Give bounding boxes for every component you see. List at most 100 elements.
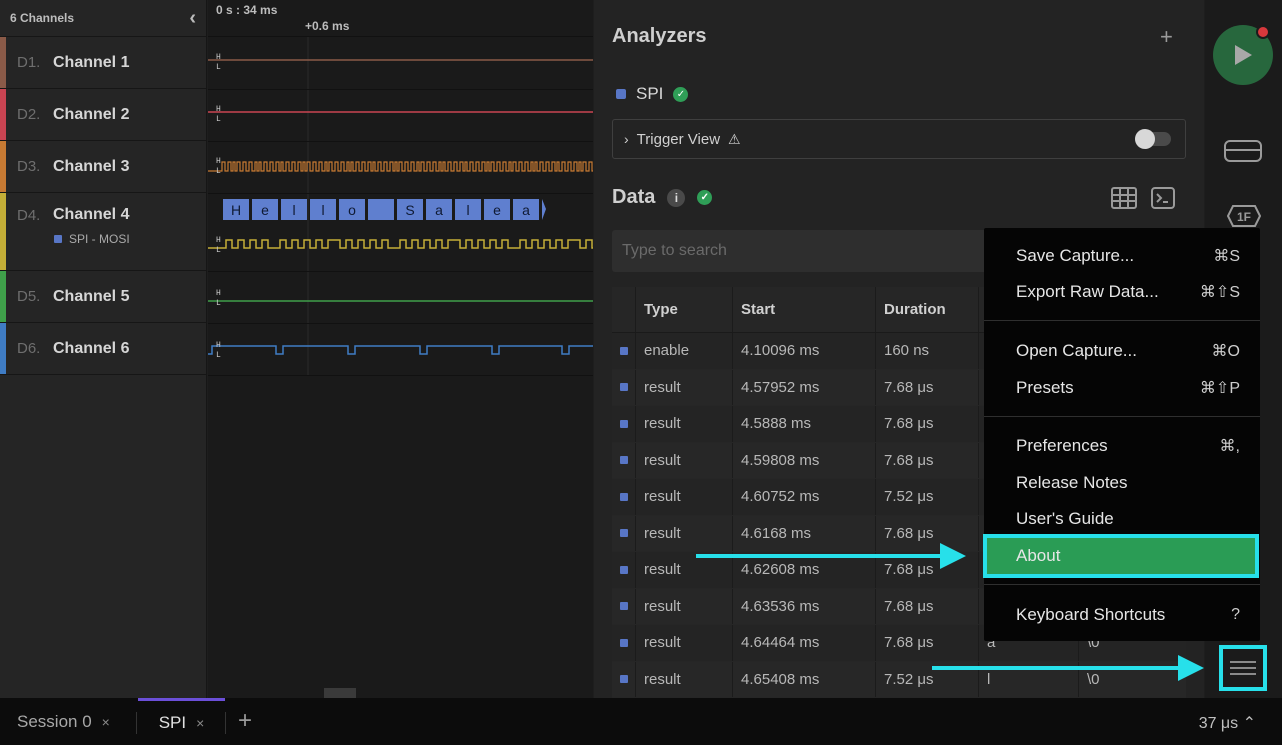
channel-row-3[interactable]: D3. Channel 3 (0, 141, 206, 193)
row-color-swatch (612, 588, 636, 624)
row-color-swatch (612, 552, 636, 588)
spi-decode-char: o (348, 202, 356, 218)
horizontal-scrollbar[interactable] (324, 688, 356, 698)
data-title-label: Data (612, 186, 656, 208)
cell-type: result (636, 479, 733, 515)
spi-decode-char: l (321, 202, 324, 218)
spi-decode-bubbles: He l l o Sa l e a (223, 199, 546, 220)
add-analyzer-button[interactable]: + (1160, 24, 1173, 50)
cell-start: 4.60752 ms (733, 479, 876, 515)
cell-start: 4.57952 ms (733, 369, 876, 405)
menu-item-presets[interactable]: Presets ⌘⇧P (984, 370, 1260, 406)
cell-type: result (636, 661, 733, 697)
hamburger-icon (1230, 661, 1256, 675)
channel-color-bar (0, 323, 6, 374)
channel-name[interactable]: Channel 1 (53, 54, 129, 72)
cell-start: 4.5888 ms (733, 406, 876, 442)
spi-decode-char: l (292, 202, 295, 218)
close-icon[interactable]: × (102, 714, 110, 730)
menu-item-label: Export Raw Data... (1016, 282, 1159, 301)
channel-count-label: 6 Channels (10, 11, 75, 25)
cell-start: 4.10096 ms (733, 333, 876, 369)
add-tab-button[interactable]: + (238, 707, 252, 735)
row-color-swatch (620, 419, 628, 428)
channel-row-5[interactable]: D5. Channel 5 (0, 271, 206, 323)
row-color-swatch (612, 442, 636, 478)
channel-row-2[interactable]: D2. Channel 2 (0, 89, 206, 141)
menu-item-release-notes[interactable]: Release Notes (984, 465, 1260, 501)
annotation-arrow-about (696, 554, 942, 558)
spi-analyzer-label[interactable]: SPI (636, 84, 663, 104)
channel-id: D2. (17, 106, 41, 123)
menu-item-label: Release Notes (1016, 473, 1128, 492)
trigger-view-row[interactable]: › Trigger View ⚠ (612, 119, 1186, 159)
menu-item-about[interactable]: About (983, 534, 1259, 578)
cell-type: enable (636, 333, 733, 369)
session-tab-bar: Session 0 × SPI × + 37 μs ⌃ (0, 698, 1282, 745)
channel-name[interactable]: Channel 5 (53, 288, 129, 306)
menu-item-label: About (1016, 546, 1061, 565)
menu-item-label: User's Guide (1016, 509, 1114, 528)
menu-item-label: Presets (1016, 378, 1074, 397)
menu-item-label: Save Capture... (1016, 246, 1135, 265)
collapse-chevron-icon[interactable]: ‹ (189, 7, 196, 30)
menu-item-shortcut: ? (1231, 606, 1240, 623)
row-color-swatch (620, 529, 628, 538)
row-color-swatch (620, 565, 628, 574)
row-color-swatch (612, 369, 636, 405)
svg-text:L: L (216, 63, 221, 72)
channel-name[interactable]: Channel 4 (53, 206, 129, 224)
tab-session-0[interactable]: Session 0 × (17, 698, 110, 745)
channel-row-4[interactable]: D4. Channel 4 SPI - MOSI (0, 193, 206, 271)
menu-item-shortcut: ⌘, (1219, 438, 1240, 455)
close-icon[interactable]: × (196, 715, 204, 731)
channel-color-bar (0, 271, 6, 322)
spi-decode-bubble[interactable] (368, 199, 394, 220)
spi-decode-continuation (542, 199, 546, 220)
spi-decode-char: S (405, 202, 414, 218)
column-header-duration[interactable]: Duration (876, 287, 979, 332)
menu-item-users-guide[interactable]: User's Guide (984, 501, 1260, 537)
menu-item-preferences[interactable]: Preferences ⌘, (984, 428, 1260, 464)
channel-id: D5. (17, 288, 41, 305)
zoom-level-display[interactable]: 37 μs ⌃ (1199, 713, 1256, 733)
svg-text:L: L (216, 167, 221, 176)
menu-item-keyboard-shortcuts[interactable]: Keyboard Shortcuts ? (984, 597, 1260, 633)
spi-decode-char: e (493, 202, 501, 218)
channel-row-6[interactable]: D6. Channel 6 (0, 323, 206, 375)
analyzers-title: Analyzers (612, 25, 707, 47)
cell-duration: 7.68 μs (876, 625, 979, 661)
spi-decode-char: l (466, 202, 469, 218)
cell-duration: 7.52 μs (876, 479, 979, 515)
info-icon[interactable]: i (667, 188, 686, 207)
start-capture-button[interactable] (1213, 25, 1273, 85)
menu-item-export-raw-data[interactable]: Export Raw Data... ⌘⇧S (984, 274, 1260, 310)
terminal-icon[interactable] (1151, 187, 1175, 209)
cell-type: result (636, 625, 733, 661)
menu-item-save-capture[interactable]: Save Capture... ⌘S (984, 238, 1260, 274)
trigger-view-toggle[interactable] (1135, 129, 1171, 149)
channel-id: D3. (17, 158, 41, 175)
column-header-type[interactable]: Type (636, 287, 733, 332)
hex-icon-label: 1F (1237, 210, 1251, 224)
channel-panel: 6 Channels ‹ D1. Channel 1 D2. Channel 2… (0, 0, 207, 698)
svg-text:H: H (216, 236, 221, 245)
main-menu-button[interactable] (1219, 645, 1267, 691)
cell-start: 4.59808 ms (733, 442, 876, 478)
channel-name[interactable]: Channel 6 (53, 340, 129, 358)
device-icon[interactable] (1223, 135, 1263, 165)
channel-name[interactable]: Channel 2 (53, 106, 129, 124)
tab-spi[interactable]: SPI × (138, 698, 225, 745)
menu-item-open-capture[interactable]: Open Capture... ⌘O (984, 333, 1260, 369)
column-header-start[interactable]: Start (733, 287, 876, 332)
channel-name[interactable]: Channel 3 (53, 158, 129, 176)
row-color-swatch (612, 479, 636, 515)
row-color-swatch (612, 333, 636, 369)
table-grid-icon[interactable] (1111, 187, 1137, 209)
chevron-right-icon[interactable]: › (624, 131, 629, 147)
waveform-view[interactable]: 0 s : 34 ms +0.6 ms HLHLHLHLHLHL HelloSa… (208, 0, 593, 698)
spi-analyzer-item[interactable]: SPI ✓ (616, 84, 689, 104)
row-color-swatch (612, 515, 636, 551)
channel-row-1[interactable]: D1. Channel 1 (0, 37, 206, 89)
spi-decode-char: a (522, 202, 530, 218)
